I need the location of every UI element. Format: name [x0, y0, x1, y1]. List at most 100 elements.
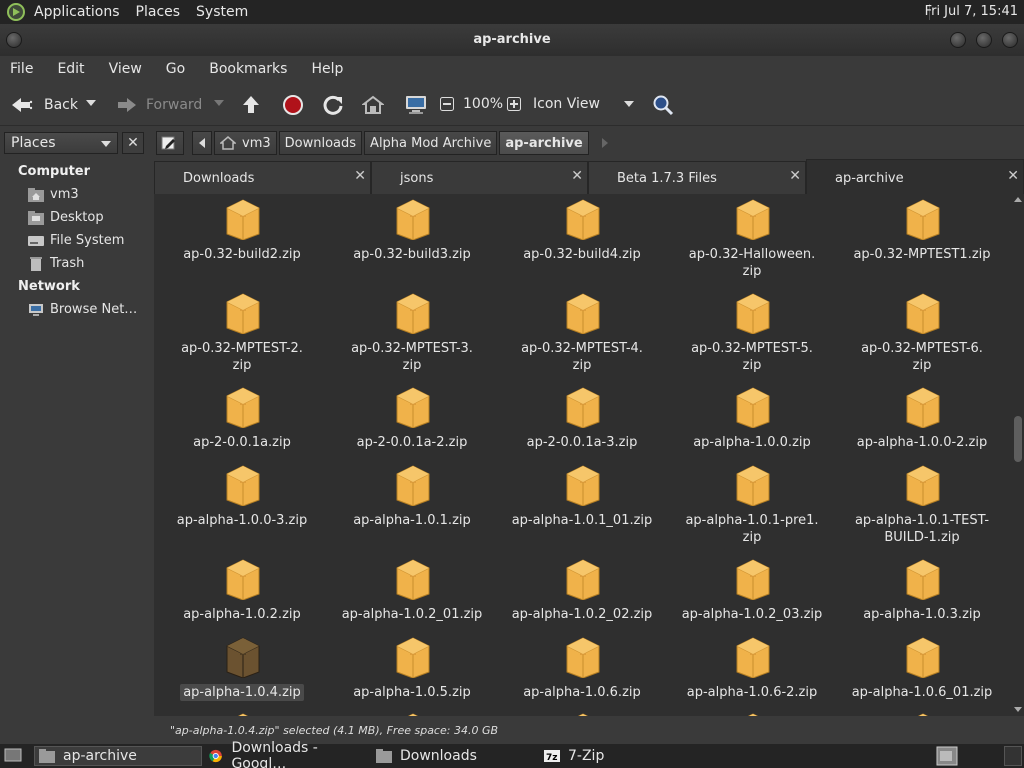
zoom-level[interactable]: 100%: [463, 96, 503, 112]
forward-history-dropdown-icon[interactable]: [214, 100, 224, 108]
taskbar-item-7zip[interactable]: 7z 7-Zip: [540, 746, 708, 766]
file-item[interactable]: ap-alpha-1.0.2_02.zip: [497, 558, 667, 648]
file-item[interactable]: ap-0.32-MPTEST-5. zip: [667, 292, 837, 382]
file-name: ap-0.32-MPTEST-5. zip: [667, 340, 837, 374]
file-item[interactable]: ap-alpha-1.0.1-TEST- BUILD-1.zip: [837, 464, 1007, 554]
breadcrumb-vm3[interactable]: vm3: [214, 131, 277, 155]
file-name: ap-0.32-MPTEST-4. zip: [497, 340, 667, 374]
maximize-button[interactable]: [976, 32, 992, 48]
home-icon[interactable]: [362, 94, 384, 116]
file-item[interactable]: ap-0.32-build4.zip: [497, 198, 667, 288]
places-menu[interactable]: Places: [136, 4, 181, 20]
vertical-scrollbar[interactable]: [1012, 194, 1024, 716]
taskbar-item-ap-archive[interactable]: ap-archive: [34, 746, 202, 766]
close-tab-icon[interactable]: ✕: [1007, 168, 1019, 184]
view-mode-select[interactable]: Icon View: [533, 96, 600, 112]
breadcrumb-alpha-mod-archive[interactable]: Alpha Mod Archive: [364, 131, 498, 155]
file-item[interactable]: ap-alpha-1.0.0-2.zip: [837, 386, 1007, 476]
file-item[interactable]: ap-alpha-1.0.6-2.zip: [667, 636, 837, 716]
menu-bookmarks[interactable]: Bookmarks: [209, 61, 287, 77]
menu-edit[interactable]: Edit: [57, 61, 84, 77]
file-item[interactable]: ap-alpha-1.0.1-pre1. zip: [667, 464, 837, 554]
sidebar-type-select[interactable]: Places: [4, 132, 118, 154]
back-history-dropdown-icon[interactable]: [86, 100, 96, 108]
file-item[interactable]: ap-0.32-MPTEST-2. zip: [157, 292, 327, 382]
file-item[interactable]: ap-2-0.0.1a-3.zip: [497, 386, 667, 476]
pathbar-scroll-right-icon[interactable]: [601, 138, 609, 148]
sidebar-item-browse-network[interactable]: Browse Net…: [28, 302, 137, 317]
view-mode-dropdown-icon[interactable]: [624, 101, 634, 109]
forward-button[interactable]: Forward: [114, 94, 202, 116]
breadcrumb-ap-archive[interactable]: ap-archive: [499, 131, 589, 155]
file-item[interactable]: ap-alpha-1.0.2.zip: [157, 558, 327, 648]
menu-go[interactable]: Go: [166, 61, 185, 77]
tab-ap-archive[interactable]: ap-archive ✕: [806, 159, 1024, 194]
zip-archive-icon: [225, 386, 261, 429]
menu-help[interactable]: Help: [311, 61, 343, 77]
file-item[interactable]: ap-alpha-1.0.2_01.zip: [327, 558, 497, 648]
file-item[interactable]: ap-0.32-MPTEST-3. zip: [327, 292, 497, 382]
workspace-2[interactable]: [1004, 746, 1022, 766]
search-icon[interactable]: [652, 94, 674, 116]
pathbar-scroll-left-button[interactable]: [192, 131, 212, 155]
computer-icon[interactable]: [404, 93, 428, 117]
up-icon[interactable]: [240, 94, 262, 116]
file-item[interactable]: ap-alpha-1.0.0.zip: [667, 386, 837, 476]
scrollbar-thumb[interactable]: [1014, 416, 1022, 462]
sidebar-item-trash[interactable]: Trash: [28, 256, 84, 271]
close-tab-icon[interactable]: ✕: [354, 168, 366, 184]
stop-icon[interactable]: [282, 94, 304, 116]
close-tab-icon[interactable]: ✕: [789, 168, 801, 184]
tab-jsons[interactable]: jsons ✕: [371, 161, 588, 194]
taskbar-item-downloads[interactable]: Downloads: [372, 746, 540, 766]
file-item[interactable]: ap-0.32-MPTEST-4. zip: [497, 292, 667, 382]
file-item[interactable]: ap-alpha-1.0.1_01.zip: [497, 464, 667, 554]
distro-logo-icon[interactable]: [6, 2, 26, 22]
breadcrumb-downloads[interactable]: Downloads: [278, 131, 363, 155]
file-item[interactable]: ap-0.32-build2.zip: [157, 198, 327, 288]
file-item[interactable]: ap-0.32-build3.zip: [327, 198, 497, 288]
file-item[interactable]: ap-alpha-1.0.3.zip: [837, 558, 1007, 648]
back-button[interactable]: Back: [10, 94, 78, 116]
network-icon: [29, 303, 43, 316]
minimize-button[interactable]: [950, 32, 966, 48]
file-item[interactable]: ap-2-0.0.1a.zip: [157, 386, 327, 476]
sidebar-item-file-system[interactable]: File System: [28, 233, 124, 248]
menu-view[interactable]: View: [109, 61, 142, 77]
sidebar-item-desktop[interactable]: Desktop: [28, 210, 104, 225]
applications-menu[interactable]: Applications: [34, 4, 120, 20]
scroll-down-icon[interactable]: [1014, 707, 1022, 712]
sidebar-item-vm3[interactable]: vm3: [28, 187, 79, 202]
chevron-left-icon: [199, 138, 205, 148]
window-titlebar[interactable]: ap-archive: [0, 24, 1024, 56]
file-item[interactable]: ap-alpha-1.0.6.zip: [497, 636, 667, 716]
file-item[interactable]: ap-0.32-Halloween. zip: [667, 198, 837, 288]
tab-beta-173-files[interactable]: Beta 1.7.3 Files ✕: [588, 161, 806, 194]
clock[interactable]: Fri Jul 7, 15:41: [925, 4, 1018, 19]
file-item[interactable]: ap-alpha-1.0.5.zip: [327, 636, 497, 716]
taskbar-item-chrome[interactable]: Downloads - Googl…: [204, 740, 372, 768]
menu-file[interactable]: File: [10, 61, 33, 77]
workspace-switcher-icon[interactable]: [936, 746, 958, 766]
file-item[interactable]: ap-0.32-MPTEST1.zip: [837, 198, 1007, 288]
file-item[interactable]: ap-alpha-1.0.2_03.zip: [667, 558, 837, 648]
file-item[interactable]: ap-2-0.0.1a-2.zip: [327, 386, 497, 476]
file-item[interactable]: ap-alpha-1.0.1.zip: [327, 464, 497, 554]
system-menu[interactable]: System: [196, 4, 248, 20]
file-item[interactable]: ap-alpha-1.0.4.zip: [157, 636, 327, 716]
home-icon: [220, 136, 236, 150]
edit-location-button[interactable]: [156, 131, 184, 155]
file-item[interactable]: ap-0.32-MPTEST-6. zip: [837, 292, 1007, 382]
tab-downloads[interactable]: Downloads ✕: [154, 161, 371, 194]
scroll-up-icon[interactable]: [1014, 197, 1022, 202]
file-item[interactable]: ap-alpha-1.0.0-3.zip: [157, 464, 327, 554]
close-window-button[interactable]: [1002, 32, 1018, 48]
zoom-in-icon[interactable]: [507, 97, 521, 111]
close-tab-icon[interactable]: ✕: [571, 168, 583, 184]
show-desktop-icon[interactable]: [4, 748, 22, 764]
reload-icon[interactable]: [322, 94, 344, 116]
file-item[interactable]: ap-alpha-1.0.6_01.zip: [837, 636, 1007, 716]
icon-view[interactable]: ap-0.32-build2.zip ap-0.32-build3.zip ap-0…: [154, 194, 1012, 716]
close-sidebar-button[interactable]: ✕: [122, 132, 144, 154]
zoom-out-icon[interactable]: [440, 97, 454, 111]
